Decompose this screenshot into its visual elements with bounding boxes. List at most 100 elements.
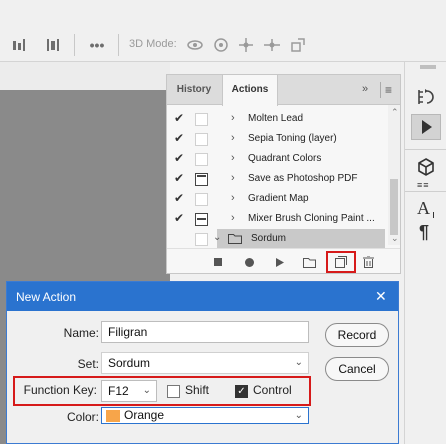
roll-icon[interactable] (213, 37, 229, 53)
dialog-on-icon[interactable] (195, 213, 208, 226)
control-label[interactable]: Control (253, 383, 292, 397)
divider (380, 82, 381, 98)
close-icon[interactable]: ✕ (375, 288, 387, 305)
options-bar: ••• 3D Mode: (0, 0, 446, 62)
scroll-thumb[interactable] (390, 179, 398, 235)
actions-panel: History Actions » ≡ ✔ › Molten Lead ✔ › Se… (166, 74, 401, 274)
tab-history[interactable]: History (167, 75, 221, 105)
action-label: Mixer Brush Cloning Paint ... (248, 213, 375, 224)
panel-footer (167, 248, 400, 274)
divider (405, 191, 446, 192)
action-item[interactable]: ✔ › Mixer Brush Cloning Paint ... (167, 209, 387, 229)
action-set-selected[interactable]: ⌄ Sordum (167, 229, 385, 249)
dialog-toggle[interactable] (195, 233, 208, 246)
new-set-icon[interactable] (300, 253, 318, 271)
record-button[interactable]: Record (325, 323, 389, 347)
divider (405, 149, 446, 150)
new-action-dialog: New Action ✕ Name: Filigran Set: Sordum … (6, 281, 399, 444)
name-field[interactable]: Filigran (101, 321, 309, 343)
delete-icon[interactable] (359, 253, 377, 271)
3d-mode-label: 3D Mode: (129, 38, 177, 50)
chevron-right-icon[interactable]: › (231, 172, 235, 184)
color-swatch (106, 410, 120, 422)
set-select[interactable]: Sordum ⌄ (101, 352, 309, 374)
new-action-icon[interactable] (326, 251, 356, 273)
dialog-toggle[interactable] (195, 113, 208, 126)
set-value: Sordum (108, 356, 151, 370)
control-checkbox[interactable]: ✓ (235, 385, 248, 398)
scrollbar[interactable]: ⌃ ⌄ (388, 105, 400, 245)
record-icon[interactable] (240, 253, 258, 271)
chevron-right-icon[interactable]: › (231, 192, 235, 204)
scroll-down-icon[interactable]: ⌄ (391, 233, 399, 244)
action-label: Save as Photoshop PDF (248, 173, 358, 184)
stop-icon[interactable] (209, 253, 227, 271)
function-key-label: Function Key: (23, 383, 97, 397)
pan-icon[interactable] (238, 37, 254, 53)
chevron-right-icon[interactable]: › (231, 112, 235, 124)
function-key-value: F12 (108, 384, 129, 398)
history-panel-icon[interactable] (416, 88, 434, 109)
shift-checkbox[interactable] (167, 385, 180, 398)
right-panel-dock: ≡≡ A ¶ (404, 62, 446, 444)
chevron-right-icon[interactable]: › (231, 212, 235, 224)
chevron-down-icon[interactable]: ⌄ (143, 381, 151, 401)
text-cursor-icon (433, 212, 437, 218)
check-icon[interactable]: ✔ (174, 131, 184, 145)
set-label: Set: (77, 357, 99, 371)
dialog-toggle[interactable] (195, 153, 208, 166)
dialog-toggle[interactable] (195, 133, 208, 146)
action-label: Quadrant Colors (248, 153, 322, 164)
check-icon[interactable]: ✔ (174, 191, 184, 205)
dock-grip (420, 65, 436, 69)
chevron-right-icon[interactable]: › (231, 132, 235, 144)
scale-icon[interactable] (290, 37, 306, 53)
chevron-right-icon[interactable]: › (231, 152, 235, 164)
action-item[interactable]: ✔ › Quadrant Colors (167, 149, 387, 169)
color-label: Color: (66, 410, 99, 424)
cancel-button[interactable]: Cancel (325, 357, 389, 381)
action-label: Gradient Map (248, 193, 309, 204)
function-key-select[interactable]: F12 ⌄ (101, 380, 157, 402)
name-label: Name: (63, 326, 99, 340)
action-item[interactable]: ✔ › Molten Lead (167, 109, 387, 129)
chevron-down-icon[interactable]: ⌄ (213, 232, 221, 243)
chevron-down-icon[interactable]: ⌄ (295, 353, 303, 373)
shift-label[interactable]: Shift (185, 383, 209, 397)
dialog-toggle[interactable] (195, 193, 208, 206)
check-icon[interactable]: ✔ (174, 111, 184, 125)
dialog-on-icon[interactable] (195, 173, 208, 186)
dialog-title: New Action (16, 290, 77, 304)
action-set-label: Sordum (251, 233, 287, 244)
panel-menu-icon[interactable]: ≡ (385, 83, 392, 97)
scroll-up-icon[interactable]: ⌃ (391, 107, 399, 118)
layer-comps-icon[interactable]: ≡≡ (417, 180, 430, 190)
action-item[interactable]: ✔ › Save as Photoshop PDF (167, 169, 387, 189)
slide-icon[interactable] (263, 37, 281, 53)
action-item[interactable]: ✔ › Gradient Map (167, 189, 387, 209)
document-tab-area (0, 62, 170, 90)
action-label: Sepia Toning (layer) (248, 133, 337, 144)
actions-panel-icon[interactable] (411, 114, 441, 140)
chevron-down-icon[interactable]: ⌄ (295, 408, 303, 423)
action-item[interactable]: ✔ › Sepia Toning (layer) (167, 129, 387, 149)
orbit-icon[interactable] (186, 37, 204, 53)
panel-tabs: History Actions » ≡ (167, 75, 400, 106)
check-icon[interactable]: ✔ (174, 171, 184, 185)
character-panel-icon[interactable]: A (417, 198, 430, 219)
action-label: Molten Lead (248, 113, 304, 124)
folder-icon (228, 233, 242, 247)
play-icon[interactable] (271, 253, 289, 271)
tab-actions[interactable]: Actions (222, 75, 278, 106)
more-icon[interactable]: ••• (88, 37, 106, 53)
color-select[interactable]: Orange ⌄ (101, 407, 309, 424)
dialog-titlebar[interactable]: New Action ✕ (7, 282, 398, 311)
check-icon[interactable]: ✔ (174, 151, 184, 165)
align-top-icon[interactable] (12, 37, 26, 53)
3d-panel-icon[interactable] (417, 158, 435, 179)
align-center-icon[interactable] (46, 37, 60, 53)
paragraph-panel-icon[interactable]: ¶ (419, 222, 429, 243)
collapse-icon[interactable]: » (362, 83, 368, 95)
check-icon[interactable]: ✔ (174, 211, 184, 225)
color-value: Orange (124, 408, 165, 422)
